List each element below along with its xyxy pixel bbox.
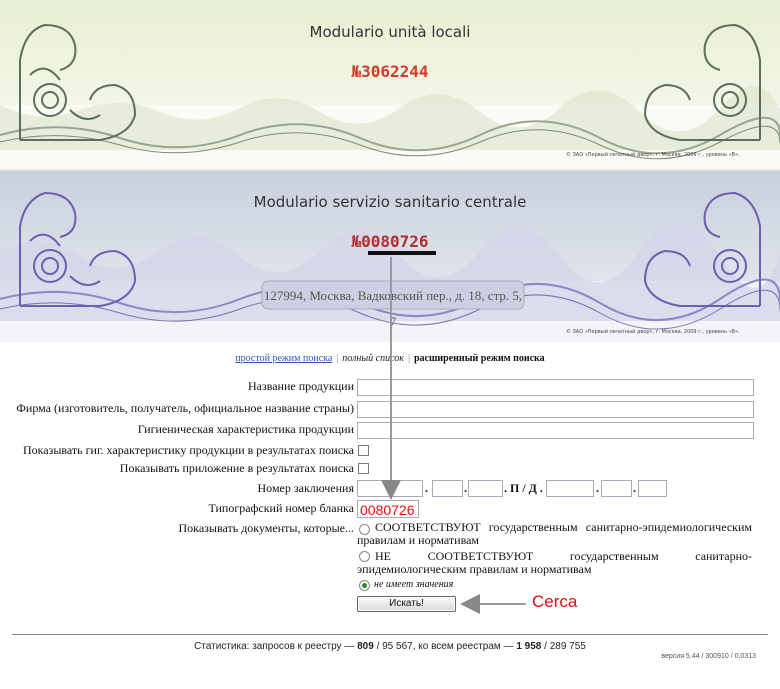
- stats-prefix: Статистика: запросов к реестру —: [194, 641, 355, 652]
- stats-registry-total: / 95 567, ко всем реестрам —: [376, 641, 514, 652]
- version-label: версия 5.44 / 300910 / 0.0313: [661, 653, 756, 660]
- cerca-annotation: Cerca: [532, 592, 578, 611]
- divider: [12, 634, 768, 635]
- stats-line: Статистика: запросов к реестру — 809 / 9…: [0, 641, 780, 652]
- annotation-arrows: [381, 257, 526, 614]
- stats-all-count: 1 958: [516, 641, 542, 652]
- stats-all-total: / 289 755: [544, 641, 586, 652]
- stats-registry-count: 809: [357, 641, 374, 652]
